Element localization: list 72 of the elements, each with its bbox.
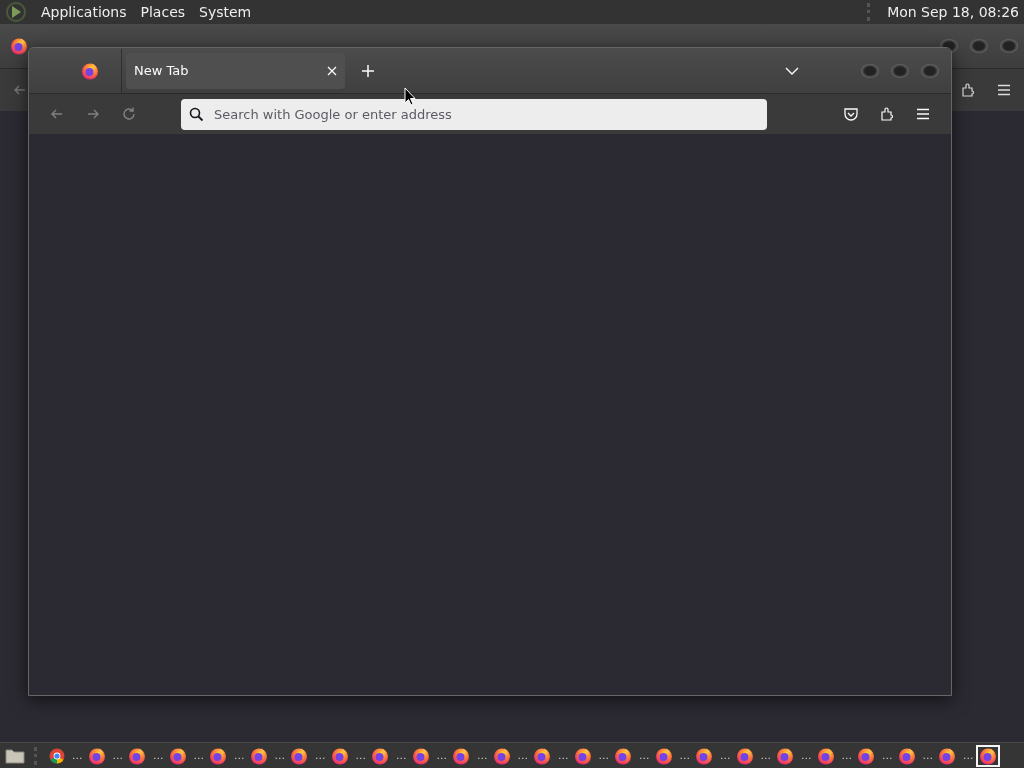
cursor-icon	[404, 87, 416, 106]
taskbar-label: ...	[193, 749, 204, 762]
browser-logo-icon	[330, 746, 349, 765]
clock: Mon Sep 18, 08:26	[887, 4, 1019, 20]
taskbar-label: ...	[315, 749, 326, 762]
window-control-icon[interactable]	[921, 63, 939, 78]
folder-icon	[5, 747, 25, 764]
taskbar-label: ...	[922, 749, 933, 762]
taskbar-label: ...	[355, 749, 366, 762]
menu-icon[interactable]	[996, 82, 1012, 98]
taskbar-button[interactable]	[975, 744, 1000, 767]
browser-logo-icon	[249, 746, 268, 765]
browser-logo-icon	[411, 746, 430, 765]
taskbar-label: ...	[72, 749, 83, 762]
browser-logo-icon	[776, 746, 794, 765]
browser-logo-icon	[209, 746, 227, 765]
menu-item[interactable]: Applications	[41, 4, 127, 20]
menu-item[interactable]: System	[199, 4, 252, 20]
browser-logo-icon	[10, 37, 28, 55]
taskbar-label: ...	[234, 749, 245, 762]
window-control-icon[interactable]	[1000, 39, 1018, 53]
extensions-icon[interactable]	[960, 82, 976, 98]
taskbar-label: ...	[517, 749, 528, 762]
taskbar-label: ...	[720, 749, 731, 762]
tab[interactable]: New Tab	[126, 52, 345, 89]
taskbar-label: ...	[801, 749, 812, 762]
browser-logo-icon	[533, 746, 551, 765]
taskbar-label: ...	[882, 749, 893, 762]
browser-logo-icon	[452, 746, 470, 765]
menu-icon[interactable]	[915, 106, 931, 122]
menu-logo-icon[interactable]	[5, 1, 27, 23]
browser-logo-icon	[654, 746, 673, 765]
new-tab-icon[interactable]	[361, 63, 375, 78]
address-field[interactable]: Search with Google or enter address	[181, 98, 767, 130]
taskbar-label: ...	[639, 749, 650, 762]
taskbar-label: ...	[436, 749, 447, 762]
browser-logo-icon	[938, 746, 956, 765]
taskbar-label: ...	[963, 749, 974, 762]
pocket-icon[interactable]	[843, 106, 859, 122]
browser-logo-icon	[857, 746, 875, 765]
browser-logo-icon	[573, 746, 592, 765]
taskbar-label: ...	[760, 749, 771, 762]
browser-logo-icon	[816, 746, 835, 765]
browser-logo-icon	[735, 746, 754, 765]
menu-item[interactable]: Places	[140, 4, 186, 20]
window-control-icon[interactable]	[891, 63, 909, 78]
browser-logo-icon	[87, 746, 106, 765]
search-icon	[189, 106, 204, 122]
browser-logo-icon	[168, 746, 187, 765]
browser-logo-icon	[371, 746, 389, 765]
taskbar-label: ...	[396, 749, 407, 762]
browser-logo-icon	[614, 746, 632, 765]
browser-logo-icon	[81, 61, 99, 80]
taskbar-label: ...	[598, 749, 609, 762]
browser-logo-icon	[128, 746, 146, 765]
browser-logo-icon	[897, 746, 916, 765]
browser-logo-icon	[695, 746, 713, 765]
browser-logo-icon	[492, 746, 511, 765]
taskbar-label: ...	[274, 749, 285, 762]
taskbar-label: ...	[558, 749, 569, 762]
browser-logo-icon	[49, 747, 65, 764]
window-control-icon[interactable]	[861, 63, 879, 78]
taskbar-label: ...	[679, 749, 690, 762]
taskbar-label: ...	[841, 749, 852, 762]
browser-logo-icon	[978, 746, 997, 765]
chevron-down-icon[interactable]	[785, 66, 799, 75]
extensions-icon[interactable]	[879, 106, 895, 122]
taskbar-label: ...	[112, 749, 123, 762]
close-icon[interactable]	[327, 65, 337, 76]
taskbar-label: ...	[477, 749, 488, 762]
browser-logo-icon	[290, 746, 308, 765]
taskbar-label: ...	[153, 749, 164, 762]
